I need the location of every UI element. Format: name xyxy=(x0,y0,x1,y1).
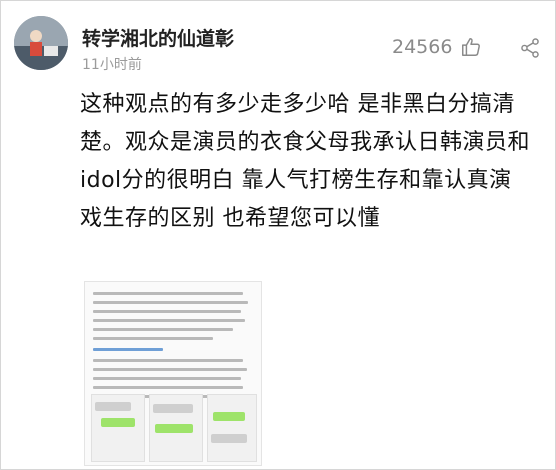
attached-screenshot[interactable] xyxy=(84,281,262,466)
chat-thumbnails xyxy=(91,394,257,462)
avatar-image xyxy=(14,16,68,70)
avatar[interactable] xyxy=(14,16,68,70)
like-count: 24566 xyxy=(392,36,453,58)
post-timestamp: 11小时前 xyxy=(82,57,142,73)
post-content: 这种观点的有多少走多少哈 是非黑白分搞清楚。观众是演员的衣食父母我承认日韩演员和… xyxy=(80,92,531,231)
thumbs-up-icon[interactable] xyxy=(460,36,482,58)
username[interactable]: 转学湘北的仙道彰 xyxy=(82,24,234,51)
share-icon[interactable] xyxy=(519,37,541,59)
